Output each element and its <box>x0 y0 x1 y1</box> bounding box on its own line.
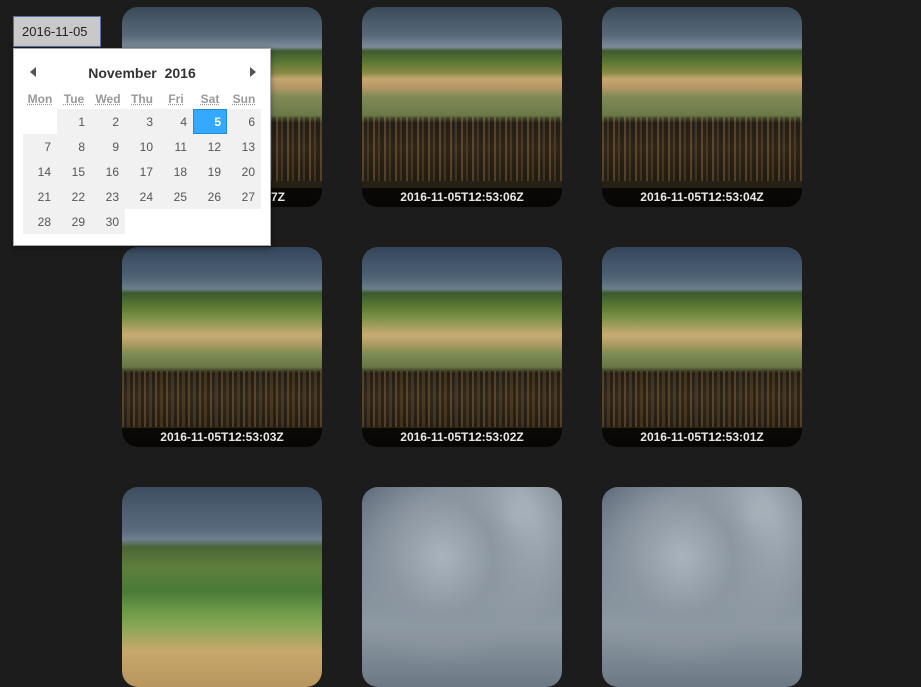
weekday-header: Sat <box>200 92 220 106</box>
weekday-header: Fri <box>168 92 184 106</box>
date-picker-calendar: November 2016 Mon Tue Wed Thu Fri Sat Su… <box>13 48 271 246</box>
calendar-day[interactable]: 27 <box>227 184 261 209</box>
date-input[interactable] <box>13 16 101 47</box>
calendar-day[interactable]: 26 <box>193 184 227 209</box>
photo-caption: 2016-11-05T12:53:04Z <box>602 188 802 207</box>
calendar-day[interactable]: 2 <box>91 109 125 134</box>
photo-caption: 2016-11-05T12:53:02Z <box>362 428 562 447</box>
calendar-day[interactable]: 1 <box>57 109 91 134</box>
photo-image <box>602 247 802 447</box>
calendar-title: November 2016 <box>14 65 270 81</box>
calendar-month: November <box>88 65 157 81</box>
calendar-day[interactable]: 25 <box>159 184 193 209</box>
calendar-day[interactable]: 8 <box>57 134 91 159</box>
photo-tile[interactable] <box>602 487 802 687</box>
photo-caption: 2016-11-05T12:53:06Z <box>362 188 562 207</box>
calendar-day[interactable]: 18 <box>159 159 193 184</box>
calendar-day[interactable]: 9 <box>91 134 125 159</box>
calendar-day[interactable]: 4 <box>159 109 193 134</box>
photo-tile[interactable] <box>122 487 322 687</box>
photo-tile[interactable] <box>362 487 562 687</box>
calendar-day[interactable]: 3 <box>125 109 159 134</box>
photo-image <box>122 247 322 447</box>
calendar-day-selected[interactable]: 5 <box>193 109 227 134</box>
calendar-empty-cell <box>125 209 159 234</box>
calendar-empty-cell <box>23 109 57 134</box>
next-month-icon[interactable] <box>250 67 256 77</box>
calendar-grid: Mon Tue Wed Thu Fri Sat Sun 1 2 3 4 5 6 … <box>23 89 261 234</box>
photo-tile[interactable]: 2016-11-05T12:53:03Z <box>122 247 322 447</box>
calendar-day[interactable]: 13 <box>227 134 261 159</box>
calendar-day[interactable]: 15 <box>57 159 91 184</box>
calendar-day[interactable]: 7 <box>23 134 57 159</box>
calendar-day[interactable]: 30 <box>91 209 125 234</box>
photo-tile[interactable]: 2016-11-05T12:53:02Z <box>362 247 562 447</box>
weekday-header: Thu <box>131 92 153 106</box>
calendar-day[interactable]: 14 <box>23 159 57 184</box>
photo-caption: 2016-11-05T12:53:03Z <box>122 428 322 447</box>
photo-image <box>362 487 562 687</box>
calendar-day[interactable]: 6 <box>227 109 261 134</box>
photo-image <box>362 247 562 447</box>
calendar-day[interactable]: 29 <box>57 209 91 234</box>
photo-caption: 2016-11-05T12:53:01Z <box>602 428 802 447</box>
calendar-day[interactable]: 16 <box>91 159 125 184</box>
photo-image <box>122 487 322 687</box>
calendar-day[interactable]: 19 <box>193 159 227 184</box>
calendar-year: 2016 <box>164 65 196 81</box>
weekday-header: Wed <box>95 92 121 106</box>
calendar-day[interactable]: 24 <box>125 184 159 209</box>
calendar-day[interactable]: 10 <box>125 134 159 159</box>
calendar-empty-cell <box>193 209 227 234</box>
photo-image <box>602 487 802 687</box>
calendar-day[interactable]: 28 <box>23 209 57 234</box>
photo-image <box>362 7 562 207</box>
photo-tile[interactable]: 2016-11-05T12:53:06Z <box>362 7 562 207</box>
weekday-header: Tue <box>63 92 85 106</box>
weekday-header: Mon <box>27 92 53 106</box>
calendar-day[interactable]: 22 <box>57 184 91 209</box>
calendar-day[interactable]: 12 <box>193 134 227 159</box>
calendar-day[interactable]: 17 <box>125 159 159 184</box>
calendar-day[interactable]: 20 <box>227 159 261 184</box>
weekday-header: Sun <box>232 92 256 106</box>
calendar-day[interactable]: 11 <box>159 134 193 159</box>
calendar-day[interactable]: 21 <box>23 184 57 209</box>
photo-tile[interactable]: 2016-11-05T12:53:04Z <box>602 7 802 207</box>
photo-tile[interactable]: 2016-11-05T12:53:01Z <box>602 247 802 447</box>
calendar-empty-cell <box>159 209 193 234</box>
calendar-empty-cell <box>227 209 261 234</box>
photo-image <box>602 7 802 207</box>
calendar-day[interactable]: 23 <box>91 184 125 209</box>
